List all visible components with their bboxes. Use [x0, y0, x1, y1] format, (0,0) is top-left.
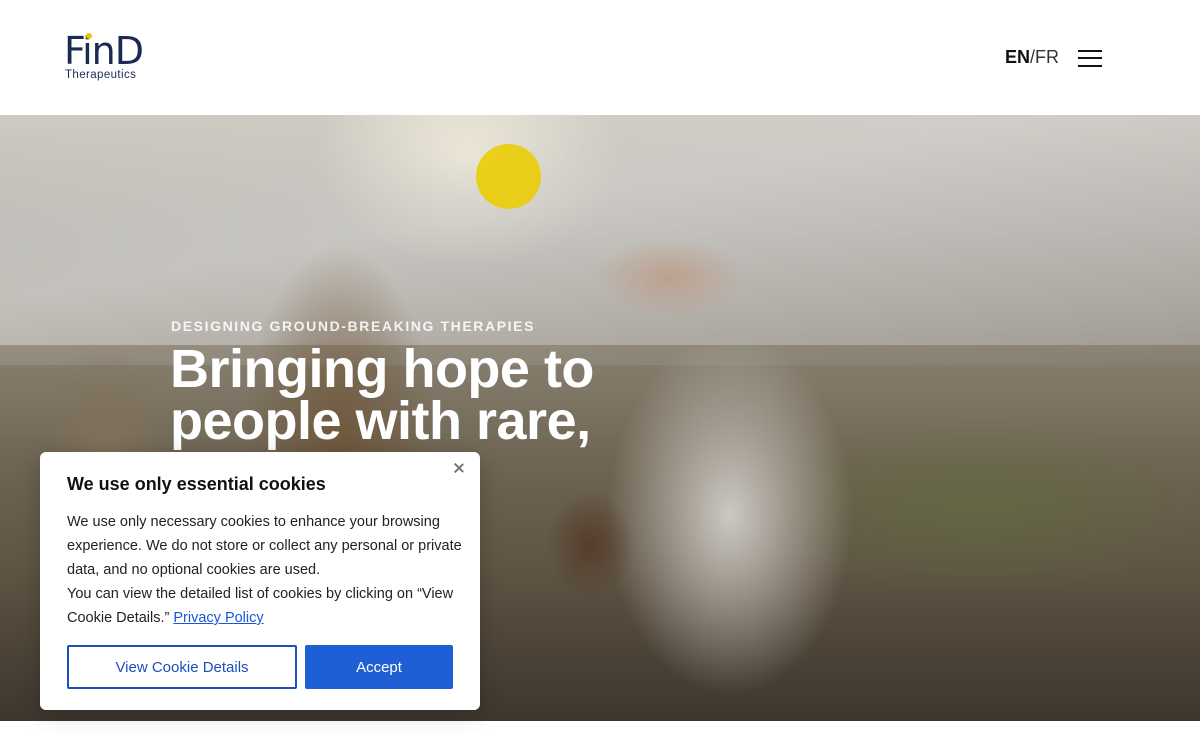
cookie-banner-title: We use only essential cookies: [67, 474, 326, 494]
hero-yellow-circle: [476, 144, 541, 209]
hero-hat: [572, 220, 767, 325]
accept-cookies-button[interactable]: Accept: [305, 645, 453, 689]
view-cookie-details-button[interactable]: View Cookie Details: [67, 645, 297, 689]
menu-bar: [1078, 65, 1102, 67]
language-en-link[interactable]: EN: [1005, 47, 1030, 67]
menu-bar: [1078, 50, 1102, 52]
menu-bar: [1078, 57, 1102, 59]
hamburger-menu-icon[interactable]: [1078, 49, 1103, 69]
privacy-policy-link[interactable]: Privacy Policy: [173, 610, 263, 626]
cookie-banner: We use only essential cookies We use onl…: [40, 452, 480, 710]
cookie-paragraph-2: You can view the detailed list of cookie…: [67, 582, 462, 630]
language-switcher: EN/FR: [1005, 46, 1059, 68]
cookie-banner-text: We use only necessary cookies to enhance…: [67, 510, 462, 630]
logo-subtitle: Therapeutics: [65, 69, 137, 81]
site-header: FinD Therapeutics EN/FR: [0, 0, 1200, 115]
cookie-paragraph-1: We use only necessary cookies to enhance…: [67, 514, 462, 578]
logo-wordmark: FinD: [64, 29, 144, 73]
hero-eyebrow: DESIGNING GROUND-BREAKING THERAPIES: [171, 318, 536, 334]
find-therapeutics-logo[interactable]: FinD Therapeutics: [64, 32, 154, 84]
logo-dot: [86, 33, 92, 39]
close-icon[interactable]: [452, 461, 466, 475]
language-fr-link[interactable]: FR: [1035, 47, 1059, 67]
